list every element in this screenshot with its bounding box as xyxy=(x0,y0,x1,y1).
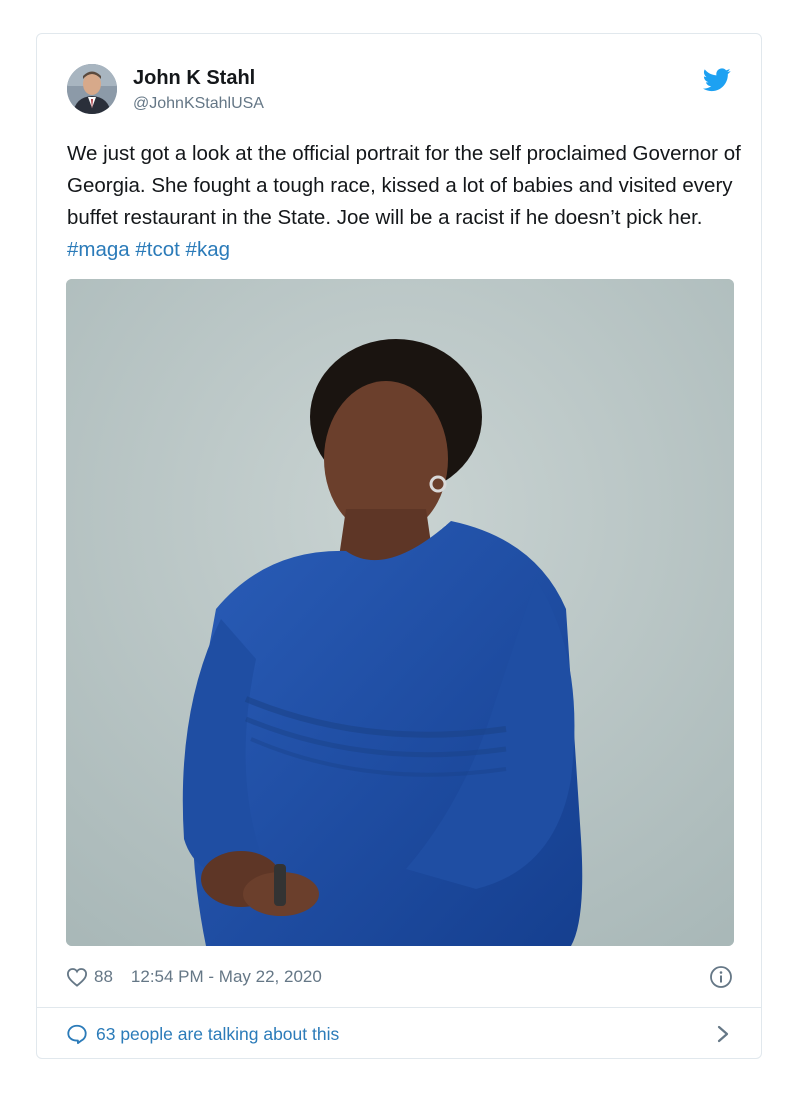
twitter-bird-icon[interactable] xyxy=(703,68,731,92)
tweet-meta: 88 12:54 PM - May 22, 2020 xyxy=(66,962,734,992)
author-avatar[interactable] xyxy=(67,64,117,114)
tweet-photo[interactable] xyxy=(66,279,734,946)
talking-count-text[interactable]: 63 people are talking about this xyxy=(96,1024,339,1045)
divider xyxy=(37,1007,761,1008)
tweet-timestamp[interactable]: 12:54 PM - May 22, 2020 xyxy=(131,967,322,987)
author-name[interactable]: John K Stahl xyxy=(133,67,255,90)
tweet-card: John K Stahl @JohnKStahlUSA We just got … xyxy=(36,33,762,1059)
like-count[interactable]: 88 xyxy=(94,967,113,987)
speech-bubble-icon xyxy=(67,1024,87,1045)
portrait-image xyxy=(66,279,734,946)
author-handle[interactable]: @JohnKStahlUSA xyxy=(133,95,264,113)
chevron-right-icon[interactable] xyxy=(716,1024,730,1044)
hashtag-maga[interactable]: #maga xyxy=(67,238,130,261)
tweet-body: We just got a look at the official portr… xyxy=(67,142,741,229)
conversation-link[interactable]: 63 people are talking about this xyxy=(66,1018,734,1050)
hashtag-tcot[interactable]: #tcot xyxy=(135,238,179,261)
tweet-text: We just got a look at the official portr… xyxy=(67,138,747,266)
avatar-image xyxy=(67,64,117,114)
info-icon[interactable] xyxy=(709,965,733,989)
hashtag-kag[interactable]: #kag xyxy=(186,238,230,261)
heart-icon[interactable] xyxy=(66,967,88,987)
